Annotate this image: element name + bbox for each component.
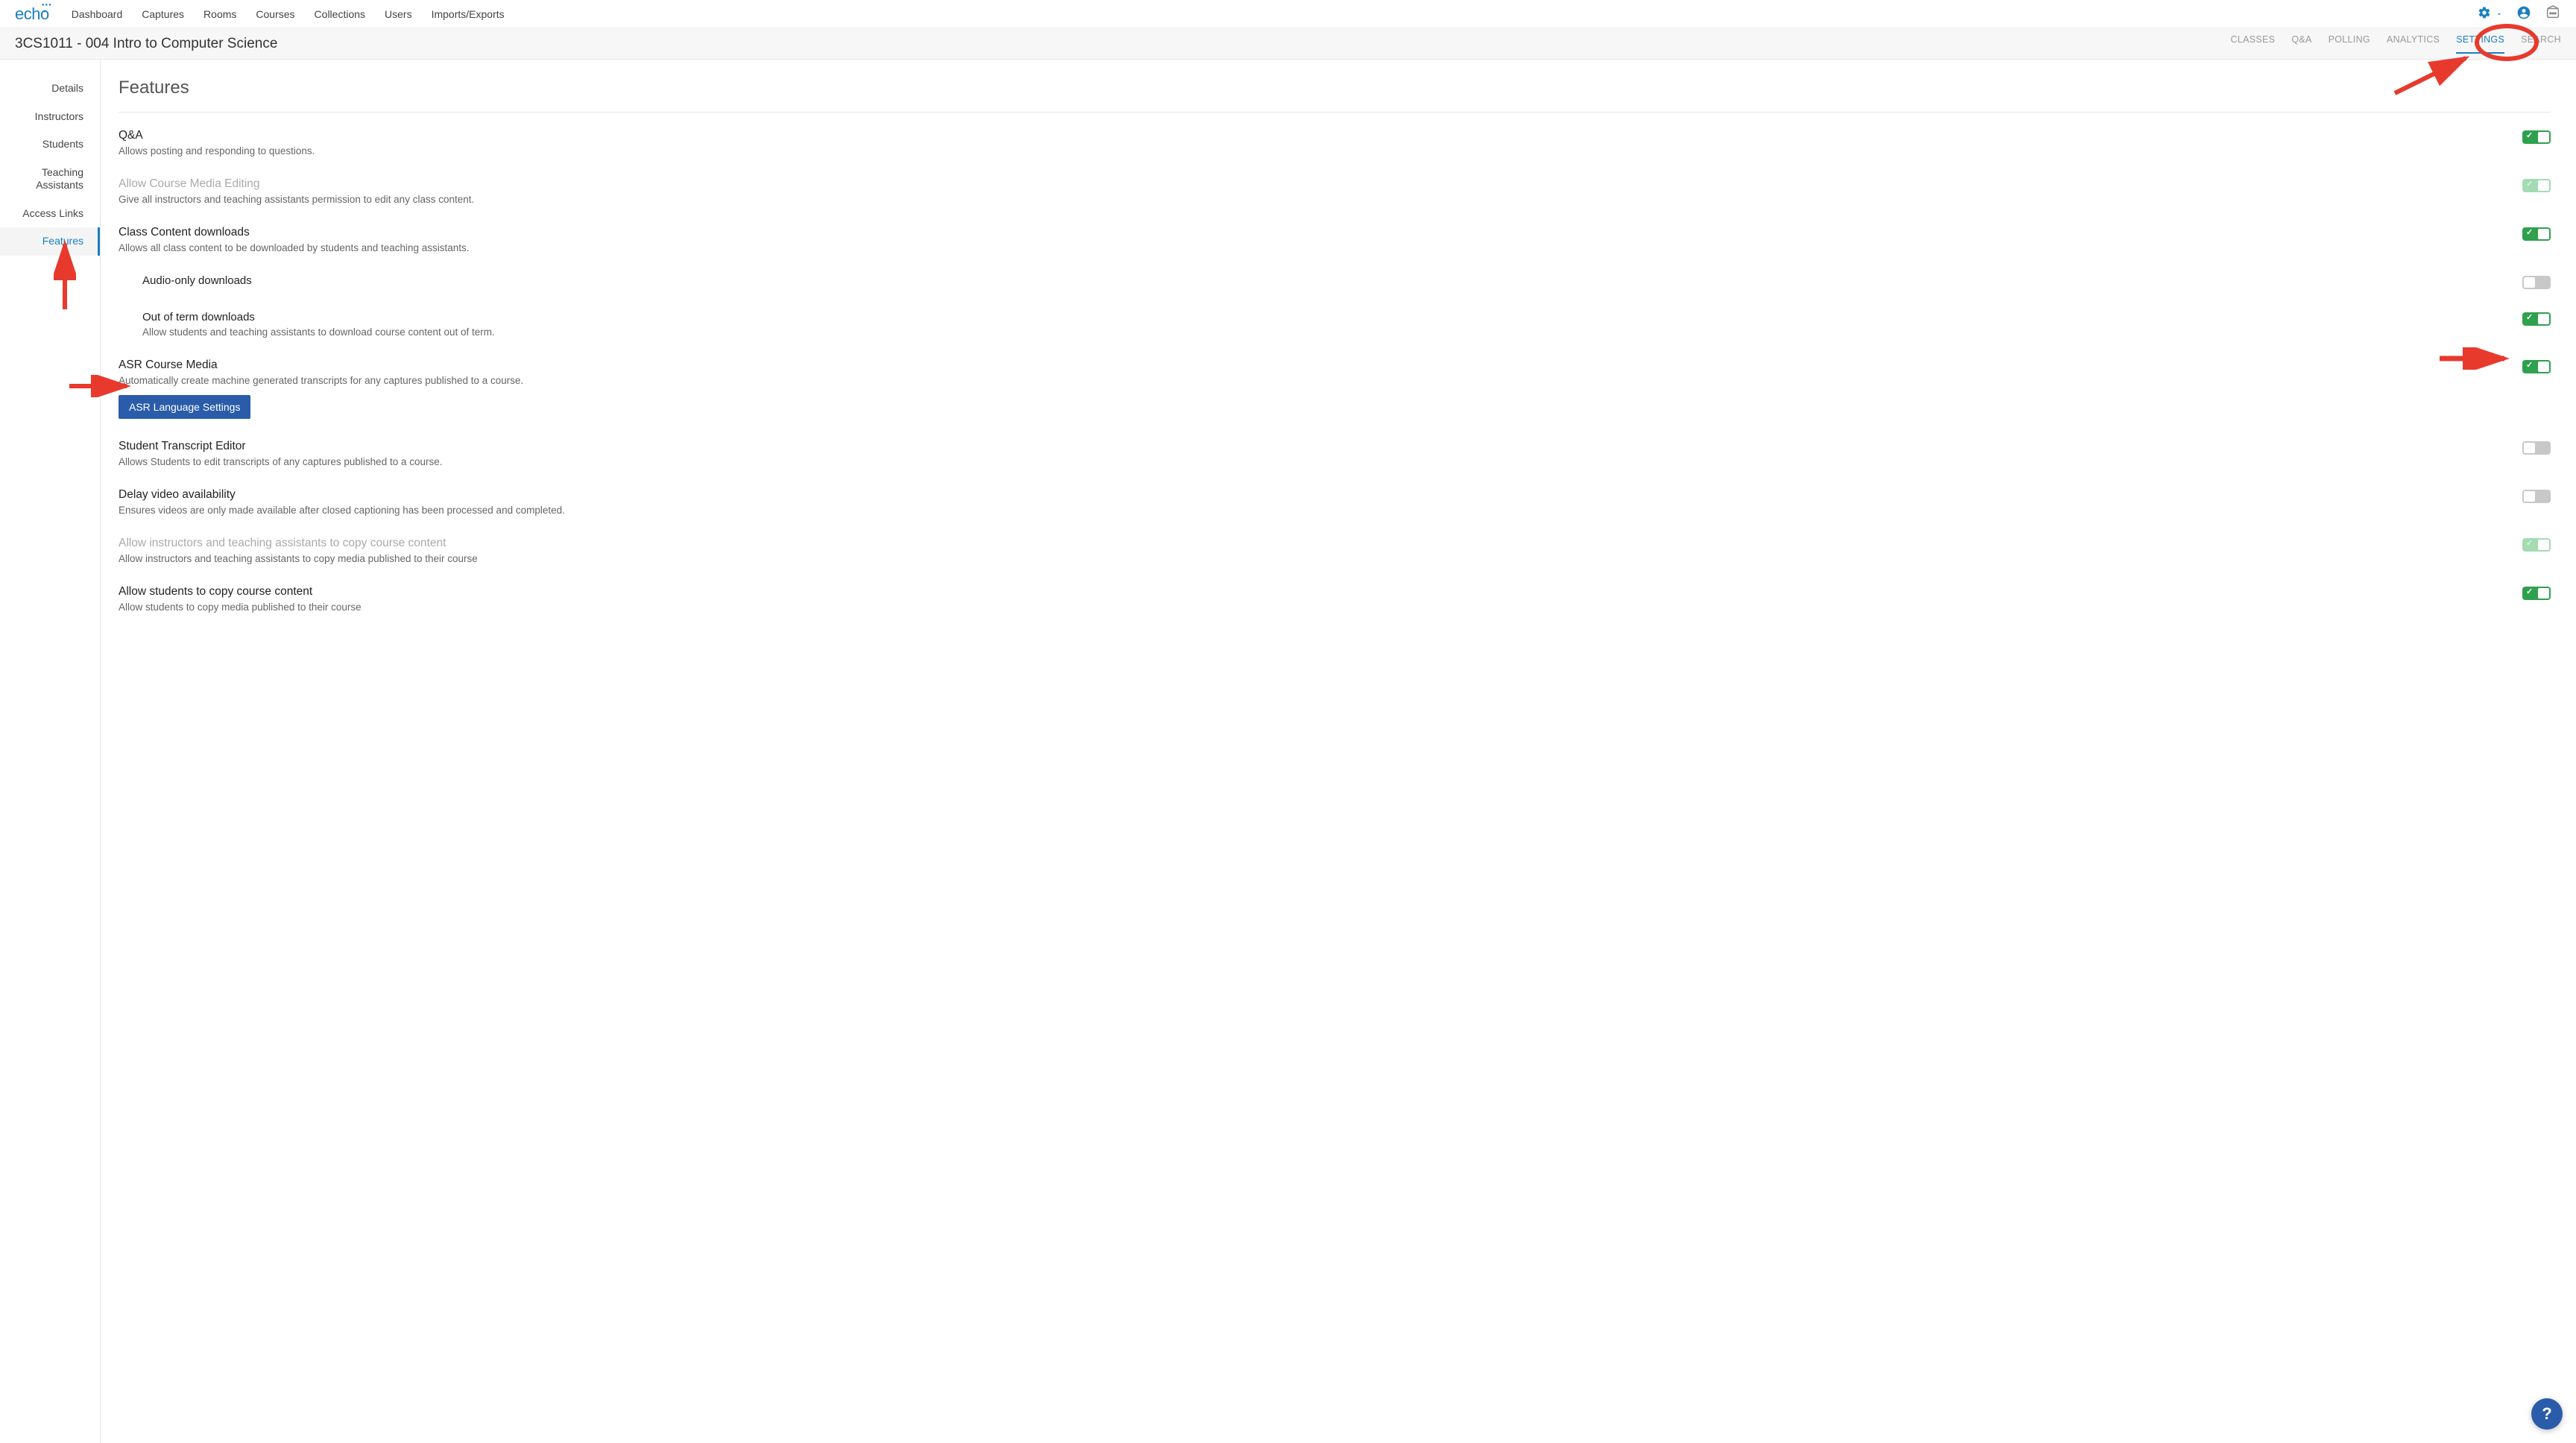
tab-analytics[interactable]: ANALYTICS <box>2387 34 2440 54</box>
divider <box>119 112 2551 113</box>
toggle-delay[interactable] <box>2522 490 2551 503</box>
feature-delay: Delay video availability Ensures videos … <box>119 479 2551 528</box>
sidebar-item-teaching-assistants[interactable]: Teaching Assistants <box>0 159 100 200</box>
feature-title: Out of term downloads <box>142 311 2493 323</box>
sidebar-item-details[interactable]: Details <box>0 75 100 103</box>
top-nav-right <box>2478 4 2561 23</box>
chevron-down-icon <box>2496 8 2503 20</box>
tab-search[interactable]: SEARCH <box>2521 34 2561 54</box>
feature-title: Allow instructors and teaching assistant… <box>119 537 2493 550</box>
toggle-media-editing <box>2522 179 2551 192</box>
toggle-copy-students[interactable] <box>2522 587 2551 600</box>
feature-media-editing: Allow Course Media Editing Give all inst… <box>119 168 2551 217</box>
user-icon[interactable] <box>2516 5 2531 22</box>
feature-downloads: Class Content downloads Allows all class… <box>119 217 2551 265</box>
nav-captures[interactable]: Captures <box>142 8 184 20</box>
course-title: 3CS1011 - 004 Intro to Computer Science <box>15 36 277 52</box>
feature-title: Allow students to copy course content <box>119 585 2493 599</box>
feature-desc: Ensures videos are only made available a… <box>119 505 2493 516</box>
toggle-out-of-term[interactable] <box>2522 312 2551 326</box>
feature-desc: Allows all class content to be downloade… <box>119 242 2493 253</box>
feature-desc: Give all instructors and teaching assist… <box>119 194 2493 205</box>
feature-desc: Allows posting and responding to questio… <box>119 145 2493 157</box>
toggle-qa[interactable] <box>2522 130 2551 144</box>
feature-desc: Automatically create machine generated t… <box>119 375 2493 386</box>
feature-copy-students: Allow students to copy course content Al… <box>119 576 2551 625</box>
feature-title: ASR Course Media <box>119 359 2493 372</box>
tab-polling[interactable]: POLLING <box>2329 34 2370 54</box>
nav-courses[interactable]: Courses <box>256 8 294 20</box>
toggle-student-transcript[interactable] <box>2522 441 2551 455</box>
apps-icon[interactable] <box>2545 4 2561 23</box>
toggle-asr[interactable] <box>2522 360 2551 373</box>
page-title: Features <box>119 78 2551 98</box>
feature-title: Student Transcript Editor <box>119 440 2493 453</box>
nav-rooms[interactable]: Rooms <box>203 8 236 20</box>
tab-classes[interactable]: CLASSES <box>2231 34 2276 54</box>
nav-collections[interactable]: Collections <box>315 8 365 20</box>
sub-tabs: CLASSES Q&A POLLING ANALYTICS SETTINGS S… <box>2231 34 2561 54</box>
nav-imports-exports[interactable]: Imports/Exports <box>432 8 505 20</box>
feature-student-transcript: Student Transcript Editor Allows Student… <box>119 431 2551 479</box>
nav-dashboard[interactable]: Dashboard <box>72 8 123 20</box>
feature-title: Audio-only downloads <box>142 274 2493 287</box>
feature-desc: Allow students and teaching assistants t… <box>142 326 2493 338</box>
feature-qa: Q&A Allows posting and responding to que… <box>119 120 2551 168</box>
feature-audio-only: Audio-only downloads <box>119 265 2551 302</box>
brand-logo[interactable]: echo●●● <box>15 4 49 24</box>
gear-icon <box>2478 6 2491 22</box>
toggle-copy-instructors <box>2522 538 2551 552</box>
feature-title: Delay video availability <box>119 488 2493 502</box>
feature-asr: ASR Course Media Automatically create ma… <box>119 350 2551 431</box>
feature-out-of-term: Out of term downloads Allow students and… <box>119 302 2551 350</box>
main-content: Features Q&A Allows posting and respondi… <box>101 60 2576 1443</box>
tab-settings[interactable]: SETTINGS <box>2456 34 2504 54</box>
feature-title: Q&A <box>119 129 2493 142</box>
asr-language-settings-button[interactable]: ASR Language Settings <box>119 395 250 419</box>
feature-desc: Allow students to copy media published t… <box>119 601 2493 613</box>
feature-desc: Allow instructors and teaching assistant… <box>119 553 2493 564</box>
top-nav-links: Dashboard Captures Rooms Courses Collect… <box>72 8 505 20</box>
feature-desc: Allows Students to edit transcripts of a… <box>119 456 2493 467</box>
toggle-audio-only[interactable] <box>2522 276 2551 289</box>
sub-header: 3CS1011 - 004 Intro to Computer Science … <box>0 28 2576 60</box>
sidebar-item-students[interactable]: Students <box>0 130 100 159</box>
sidebar-item-instructors[interactable]: Instructors <box>0 103 100 131</box>
sidebar-item-features[interactable]: Features <box>0 227 100 256</box>
sidebar-item-access-links[interactable]: Access Links <box>0 200 100 228</box>
help-button[interactable]: ? <box>2531 1398 2563 1430</box>
nav-users[interactable]: Users <box>385 8 412 20</box>
toggle-downloads[interactable] <box>2522 227 2551 241</box>
feature-copy-instructors: Allow instructors and teaching assistant… <box>119 528 2551 576</box>
top-nav: echo●●● Dashboard Captures Rooms Courses… <box>0 0 2576 28</box>
tab-qa[interactable]: Q&A <box>2291 34 2311 54</box>
sidebar: Details Instructors Students Teaching As… <box>0 60 101 1443</box>
feature-title: Allow Course Media Editing <box>119 177 2493 191</box>
settings-menu[interactable] <box>2478 6 2503 22</box>
feature-title: Class Content downloads <box>119 226 2493 239</box>
body-layout: Details Instructors Students Teaching As… <box>0 60 2576 1443</box>
